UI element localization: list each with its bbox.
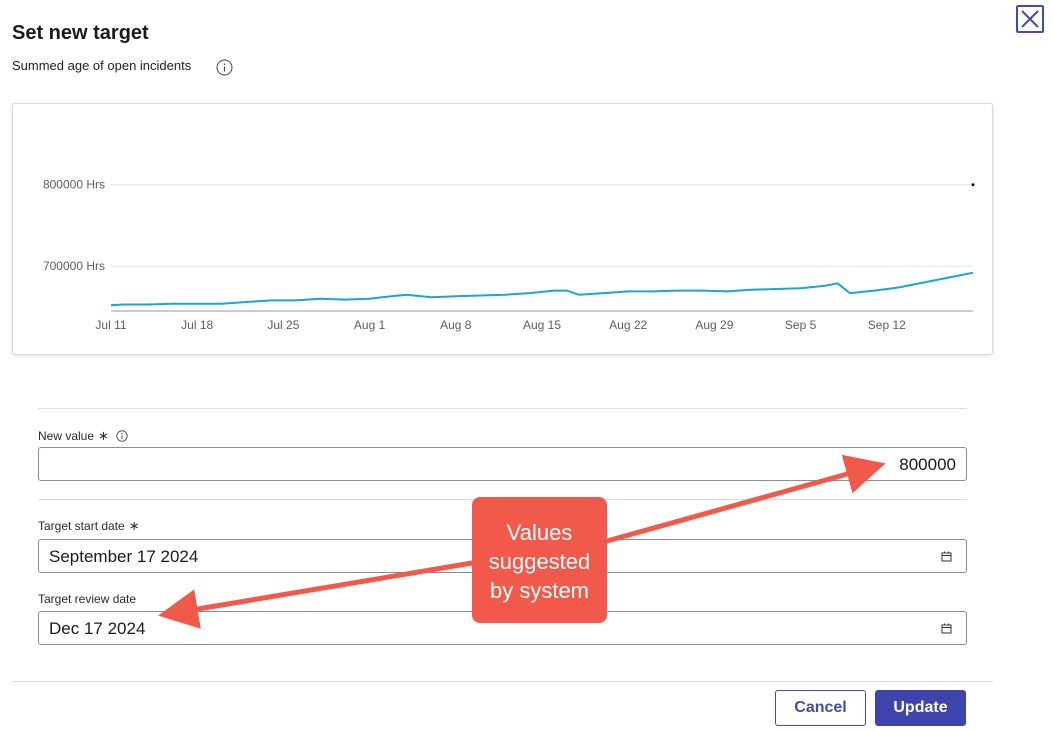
calendar-icon[interactable] <box>941 551 952 562</box>
footer-divider <box>12 681 993 682</box>
x-tick-label: Sep 12 <box>868 318 906 332</box>
review-date-text: Dec 17 2024 <box>49 619 146 638</box>
info-circle-icon[interactable] <box>216 59 233 76</box>
x-tick-label: Sep 5 <box>785 318 817 332</box>
start-date-text: September 17 2024 <box>49 547 199 566</box>
close-x-icon <box>1021 10 1039 28</box>
x-tick-label: Aug 1 <box>354 318 386 332</box>
x-tick-label: Jul 18 <box>181 318 213 332</box>
x-tick-label: Aug 22 <box>609 318 647 332</box>
set-target-dialog: Set new target Summed age of open incide… <box>0 0 1052 731</box>
new-value-label: New value ∗ <box>38 428 128 444</box>
target-point <box>971 183 975 187</box>
series-line <box>110 271 974 307</box>
line-chart: 800000 Hrs 700000 Hrs Jul 11 Jul 18 Jul 25 Au… <box>43 178 975 332</box>
metric-subtitle: Summed age of open incidents <box>12 58 192 73</box>
chart-card: 800000 Hrs 700000 Hrs Jul 11 Jul 18 Jul 25 Au… <box>12 103 993 355</box>
x-tick-label: Aug 8 <box>440 318 472 332</box>
new-value-text: 800000 <box>899 455 956 474</box>
y-tick-label: 700000 Hrs <box>43 259 105 273</box>
info-circle-icon[interactable] <box>116 430 128 442</box>
new-value-input[interactable]: 800000 <box>38 447 967 481</box>
callout-line: by system <box>489 577 590 603</box>
divider <box>38 408 967 409</box>
start-date-label: Target start date ∗ <box>38 518 140 534</box>
close-button[interactable] <box>1016 5 1044 33</box>
x-tick-label: Aug 15 <box>523 318 561 332</box>
new-value-label-text: New value <box>38 429 95 443</box>
dialog-title: Set new target <box>12 22 149 44</box>
required-mark: ∗ <box>128 518 140 533</box>
annotation-callout: Values suggested by system <box>472 497 607 623</box>
review-date-label-text: Target review date <box>38 592 137 606</box>
callout-line: Values <box>506 519 573 545</box>
update-button[interactable]: Update <box>875 690 966 726</box>
review-date-label: Target review date <box>38 592 136 606</box>
required-mark: ∗ <box>98 428 109 443</box>
cancel-button[interactable]: Cancel <box>775 690 866 726</box>
y-tick-label: 800000 Hrs <box>43 178 105 192</box>
x-tick-label: Jul 25 <box>267 318 299 332</box>
calendar-icon[interactable] <box>941 623 952 634</box>
callout-line: suggested <box>488 548 591 574</box>
start-date-label-text: Target start date <box>38 519 125 533</box>
x-tick-label: Jul 11 <box>95 318 126 332</box>
x-tick-label: Aug 29 <box>695 318 733 332</box>
